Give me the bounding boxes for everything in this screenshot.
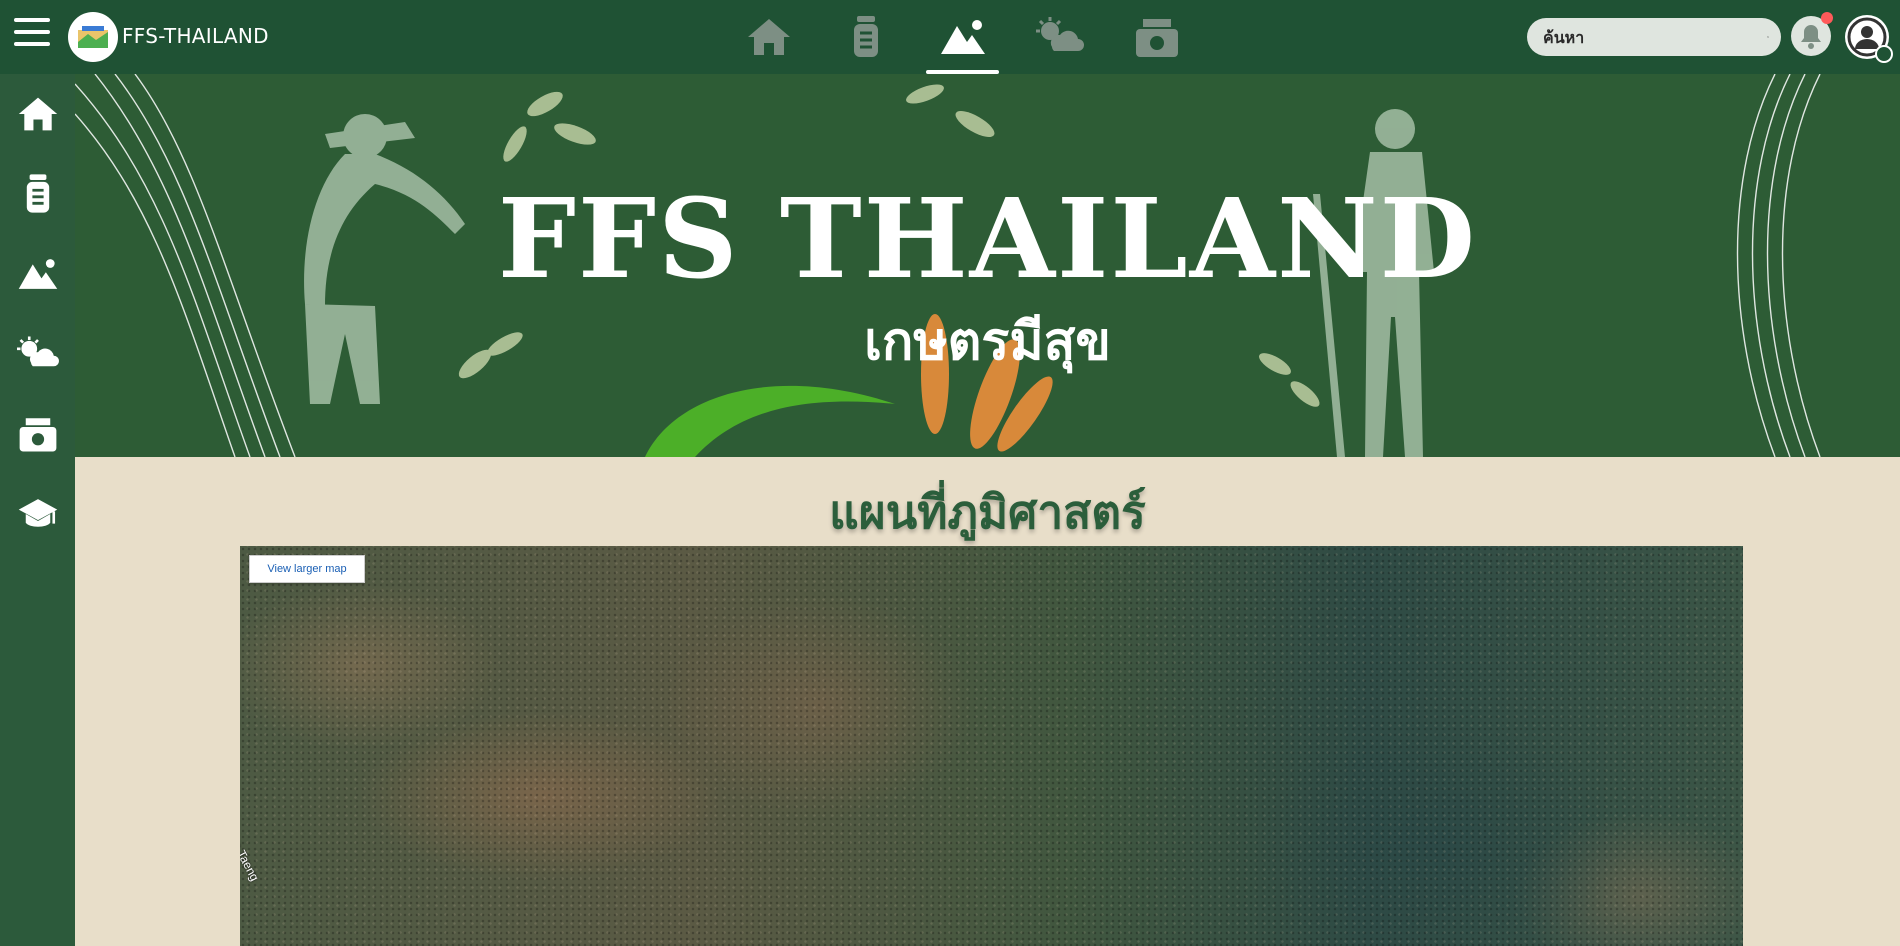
search-input[interactable] (1543, 27, 1767, 47)
notification-button[interactable] (1791, 12, 1833, 56)
money-icon (1135, 19, 1178, 57)
top-nav-weather[interactable] (1011, 0, 1108, 74)
mountain-icon (940, 20, 985, 54)
mountain-icon (18, 259, 57, 289)
section-title: แผนที่ภูมิศาสตร์ (829, 485, 1146, 539)
search-icon[interactable] (1767, 28, 1769, 46)
chevron-down-icon[interactable] (1875, 45, 1893, 63)
map-imagery (240, 546, 1743, 946)
money-icon (19, 418, 56, 452)
top-nav (720, 0, 1205, 74)
jar-icon (853, 16, 878, 57)
weather-icon (1035, 17, 1084, 51)
jar-icon (26, 174, 49, 213)
top-nav-money[interactable] (1108, 0, 1205, 74)
site-logo[interactable] (68, 12, 118, 62)
bell-icon (1801, 25, 1821, 49)
sidebar-item-education[interactable] (0, 474, 75, 554)
top-nav-jar[interactable] (817, 0, 914, 74)
sidebar-item-jar[interactable] (0, 154, 75, 234)
banner-title: FFS THAILAND (497, 174, 1478, 303)
banner-subtitle: เกษตรมีสุข (864, 311, 1111, 372)
top-nav-mountain[interactable] (914, 0, 1011, 74)
top-nav-home[interactable] (720, 0, 817, 74)
satellite-map[interactable]: View larger map Om Taeng (240, 546, 1743, 946)
sidebar-item-mountain[interactable] (0, 234, 75, 314)
top-bar: FFS-THAILAND (0, 0, 1900, 74)
brand-name[interactable]: FFS-THAILAND (122, 24, 269, 48)
hero-banner: FFS THAILAND เกษตรมีสุข (75, 74, 1900, 457)
sidebar (0, 74, 75, 946)
view-larger-map-link[interactable]: View larger map (249, 555, 365, 583)
graduation-cap-icon (18, 499, 57, 527)
profile-avatar[interactable] (1845, 15, 1893, 63)
sidebar-item-weather[interactable] (0, 314, 75, 394)
weather-icon (16, 336, 59, 367)
notification-badge (1821, 12, 1833, 24)
home-icon (18, 97, 57, 131)
sidebar-item-home[interactable] (0, 74, 75, 154)
home-icon (747, 19, 790, 55)
search-box[interactable] (1527, 18, 1781, 56)
menu-icon[interactable] (14, 18, 50, 50)
sidebar-item-money[interactable] (0, 394, 75, 474)
